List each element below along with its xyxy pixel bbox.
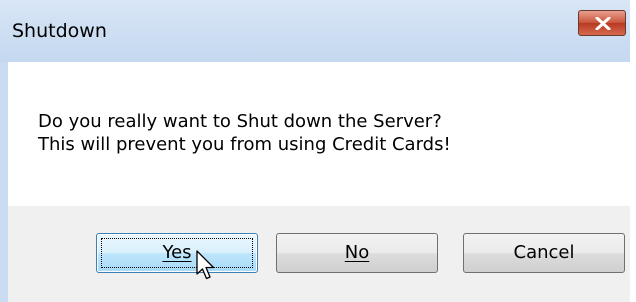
yes-button[interactable]: Yes [96, 233, 258, 273]
no-button[interactable]: No [276, 233, 438, 273]
message-line-1: Do you really want to Shut down the Serv… [38, 111, 442, 132]
dialog-message: Do you really want to Shut down the Serv… [38, 110, 451, 156]
message-line-2: This will prevent you from using Credit … [38, 134, 451, 155]
dialog-window: Shutdown Do you really want to Shut down… [0, 0, 630, 302]
dialog-content: Do you really want to Shut down the Serv… [8, 62, 630, 206]
no-button-label: No [344, 242, 370, 263]
cancel-button-label: Cancel [513, 242, 575, 263]
title-bar[interactable]: Shutdown [0, 0, 630, 62]
arrow-cursor-icon [196, 250, 215, 280]
button-area: Yes No Cancel [8, 206, 630, 302]
focus-rectangle [101, 238, 253, 268]
close-button[interactable] [578, 10, 626, 36]
cancel-button[interactable]: Cancel [463, 233, 625, 273]
window-title: Shutdown [12, 20, 107, 42]
close-x-icon [595, 17, 611, 30]
